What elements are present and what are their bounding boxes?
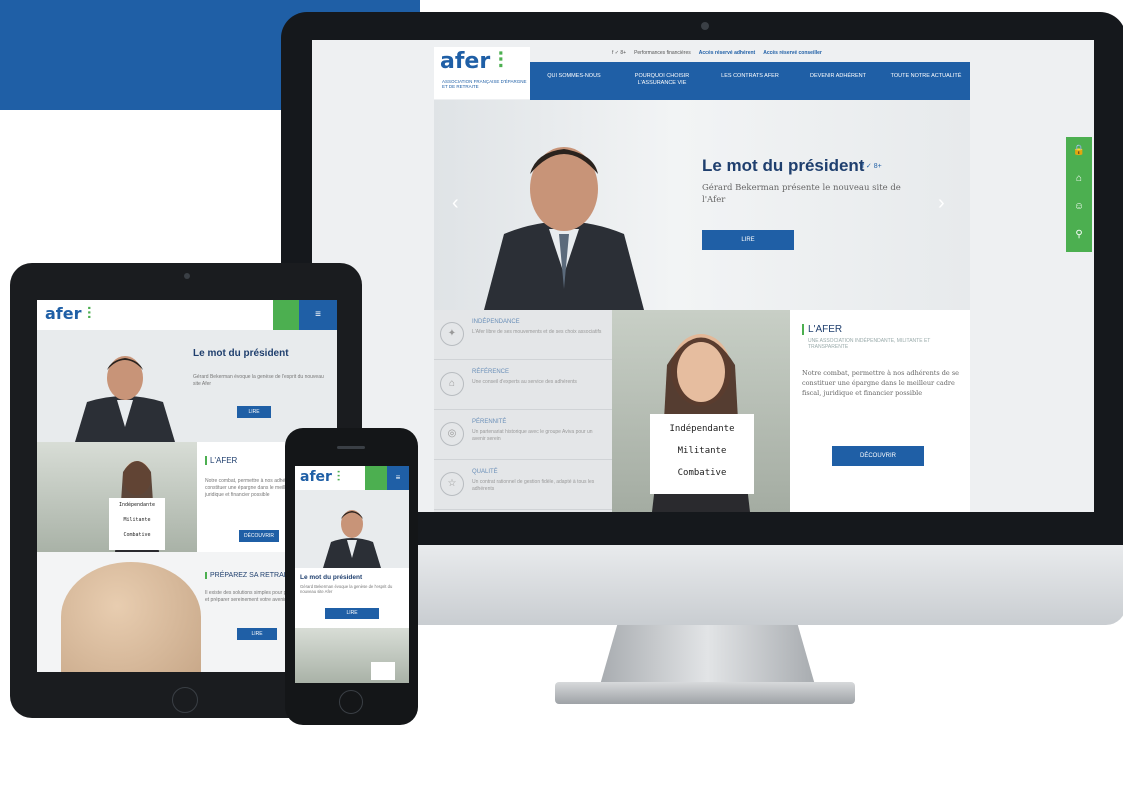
slider-prev-arrow[interactable]: ‹ [452,192,459,215]
sign-board: Indépendante Militante Combative [109,498,165,550]
nav-item-about[interactable]: QUI SOMMES-NOUS [530,62,618,100]
afer-title: L'AFER [802,324,842,335]
hero-read-button[interactable]: LIRE [702,230,794,250]
afer-logo[interactable]: afer ⫶ [45,304,91,324]
nav-item-why[interactable]: POURQUOI CHOISIR L'ASSURANCE VIE [618,62,706,100]
search-icon[interactable]: ⚲ [1066,221,1092,249]
afer-subtitle: UNE ASSOCIATION INDÉPENDANTE, MILITANTE … [808,338,931,350]
president-photo [75,356,175,442]
util-link-adherent[interactable]: Accès réservé adhérent [699,50,755,56]
feature-item[interactable]: ✦ INDÉPENDANCE L'Afer libre de ses mouve… [434,310,612,360]
nav-item-join[interactable]: DEVENIR ADHÉRENT [794,62,882,100]
nav-item-news[interactable]: TOUTE NOTRE ACTUALITÉ [882,62,970,100]
utility-bar: f ✓ 8+ Performances financières Accès ré… [612,48,972,58]
monitor-stand [600,625,815,685]
side-toolbar: 🔒 ⌂ ☺ ⚲ [1066,137,1092,252]
feature-title: QUALITÉ [472,469,498,475]
tablet-hero: Le mot du président Gérard Bekerman évoq… [37,330,337,442]
feature-text: Un partenariat historique avec le groupe… [472,429,593,442]
sign-line: Combative [677,468,727,478]
afer-text: Notre combat, permettre à nos adhérents … [802,369,960,397]
sign-line: Militante [677,446,727,456]
phone-header: afer ⫶ ≡ [295,466,409,490]
sign-line: Combative [123,532,151,538]
camera [701,22,709,30]
phone-account-button[interactable] [365,466,387,490]
tablet-account-button[interactable] [273,300,299,330]
afer-panel: L'AFER UNE ASSOCIATION INDÉPENDANTE, MIL… [790,310,970,512]
menu-icon[interactable]: ≡ [299,300,337,330]
feature-title: PÉRENNITÉ [472,419,507,425]
discover-button[interactable]: DÉCOUVRIR [832,446,924,466]
feature-item[interactable]: ◎ PÉRENNITÉ Un partenariat historique av… [434,410,612,460]
speaker [337,446,365,449]
tablet-discover-button[interactable]: DÉCOUVRIR [239,530,279,542]
desktop-screen: afer ⫶ ASSOCIATION FRANÇAISE D'ÉPARGNE E… [312,40,1094,512]
sign-line: Indépendante [669,424,735,434]
tablet-header: afer ⫶ ≡ [37,300,337,330]
hero-slider: ‹ › Le mot du président f ✓ 8+ Gérard Be… [434,100,970,310]
sign-line: Militante [123,517,151,523]
feature-text: Une conseil d'experts au service des adh… [472,379,577,385]
phone-hero-text: Gérard Bekerman évoque la genèse de l'es… [300,584,393,594]
puzzle-icon: ✦ [440,322,464,346]
features-list: ✦ INDÉPENDANCE L'Afer libre de ses mouve… [434,310,612,512]
home-button[interactable] [339,690,363,714]
sign-board: Indépendante Militante Combative [650,414,754,494]
sign-board [371,662,395,680]
home-button[interactable] [172,687,198,713]
hero-text: Gérard Bekerman présente le nouveau site… [702,183,901,205]
feature-text: L'Afer libre de ses mouvements et de ses… [472,329,602,335]
nav-item-contracts[interactable]: LES CONTRATS AFER [706,62,794,100]
phone-hero-title: Le mot du président [300,574,363,581]
util-link-performances[interactable]: Performances financières [634,50,691,56]
camera [184,273,190,279]
feature-text: Un contrat rationnel de gestion fidèle, … [472,479,595,492]
user-icon[interactable]: ☺ [1066,193,1092,221]
star-icon: ☆ [440,472,464,496]
retirement-title: PRÉPAREZ SA RETRAITE [205,572,295,579]
feature-item[interactable]: ⌂ RÉFÉRENCE Une conseil d'experts au ser… [434,360,612,410]
phone-screen: afer ⫶ ≡ Le mot du président Gérard Beke… [295,466,409,683]
hero-title: Le mot du président [702,156,865,175]
phone-read-button[interactable]: LIRE [325,608,379,619]
social-icons[interactable]: f ✓ 8+ [612,50,626,56]
tablet-hero-title: Le mot du président [193,348,289,359]
phone-hero [295,490,409,568]
monitor-base [555,682,855,704]
shield-icon: ◎ [440,422,464,446]
util-link-conseiller[interactable]: Accès réservé conseiller [763,50,822,56]
tablet-afer-title: L'AFER [205,456,237,465]
main-nav: QUI SOMMES-NOUS POURQUOI CHOISIR L'ASSUR… [530,62,970,100]
sign-line: Indépendante [118,502,156,508]
group-photo [295,628,409,683]
president-photo [323,510,381,568]
group-photo: Indépendante Militante Combative [37,442,197,552]
afer-logo[interactable]: afer ⫶ [440,49,503,74]
feature-title: INDÉPENDANCE [472,319,520,325]
bank-icon[interactable]: ⌂ [1066,165,1092,193]
afer-logo[interactable]: afer ⫶ [300,469,340,485]
lock-icon[interactable]: 🔒 [1066,137,1092,165]
site-logo[interactable]: afer ⫶ ASSOCIATION FRANÇAISE D'ÉPARGNE E… [434,47,530,99]
retirement-read-button[interactable]: LIRE [237,628,277,640]
president-photo [484,147,644,310]
feature-title: RÉFÉRENCE [472,369,510,375]
tablet-read-button[interactable]: LIRE [237,406,271,418]
slider-next-arrow[interactable]: › [938,192,945,215]
feature-item[interactable]: ☆ QUALITÉ Un contrat rationnel de gestio… [434,460,612,510]
logo-tagline: ASSOCIATION FRANÇAISE D'ÉPARGNE ET DE RE… [442,79,527,89]
family-photo [61,562,201,672]
building-icon: ⌂ [440,372,464,396]
tablet-hero-text: Gérard Bekerman évoque la genèse de l'es… [193,374,324,387]
menu-icon[interactable]: ≡ [387,466,409,490]
girl-photo: Indépendante Militante Combative [612,310,790,512]
hero-social-icons[interactable]: f ✓ 8+ [862,162,882,170]
